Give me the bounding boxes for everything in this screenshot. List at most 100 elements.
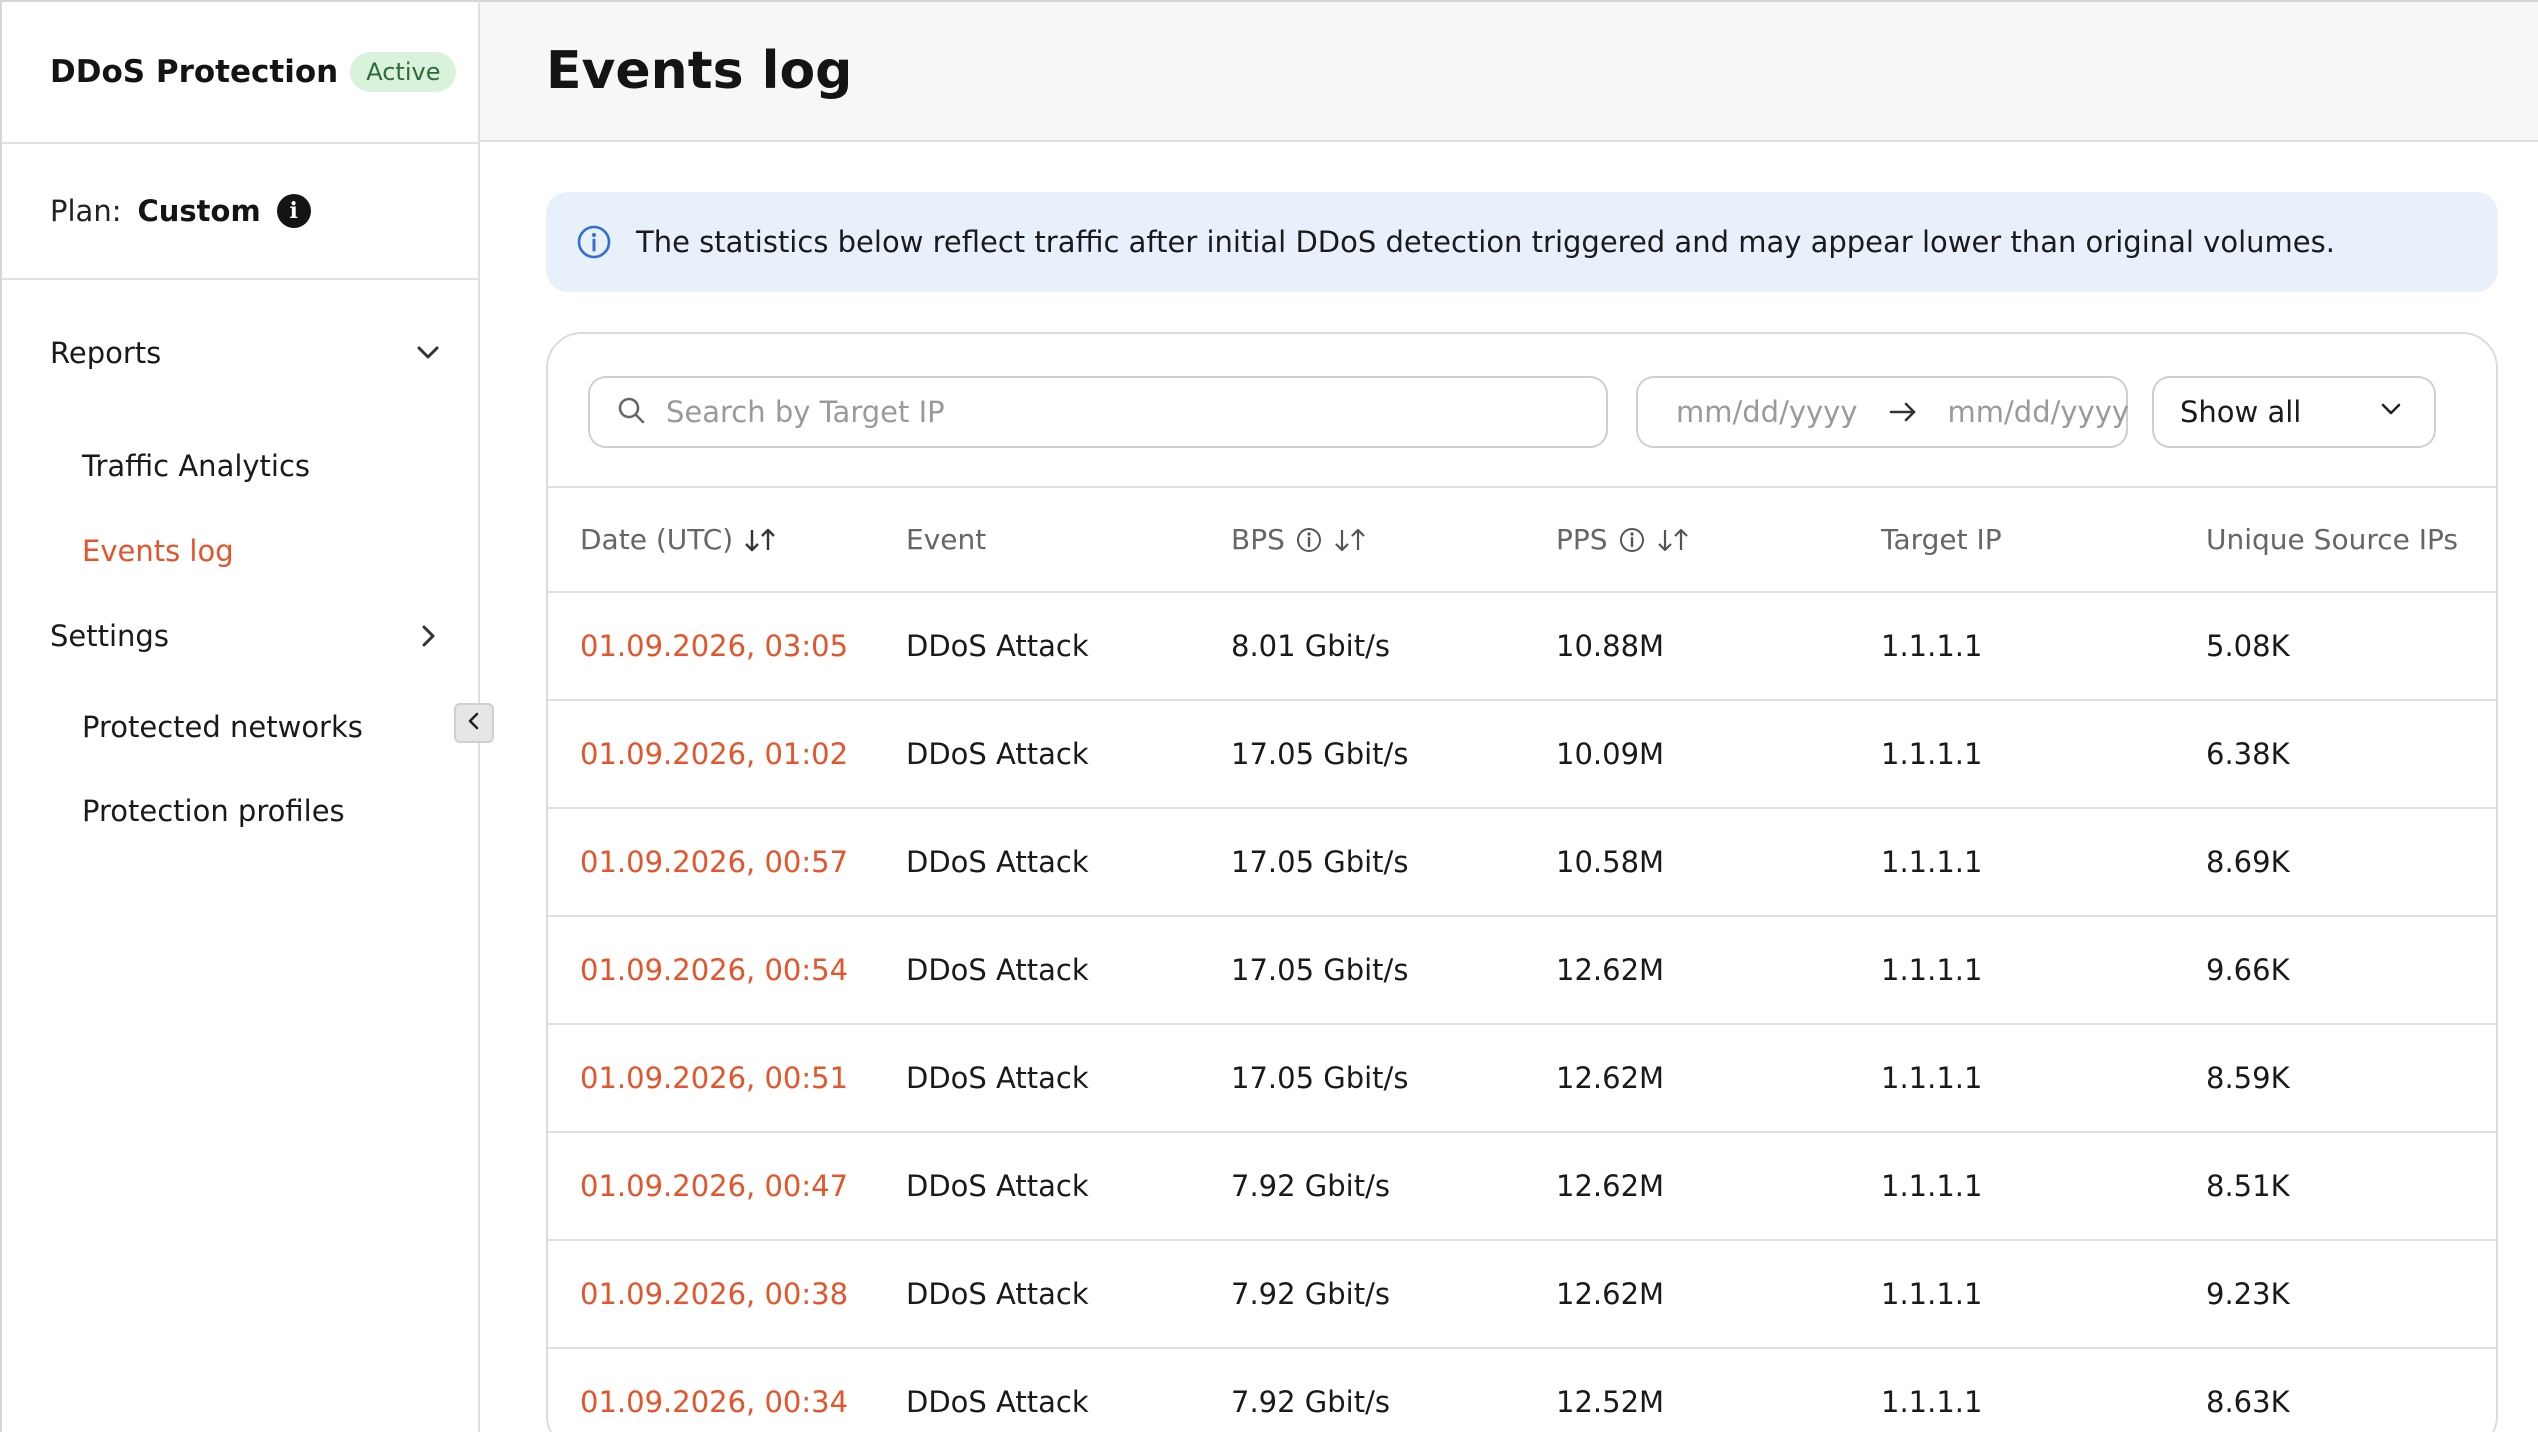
info-banner: The statistics below reflect traffic aft… — [546, 192, 2498, 292]
cell-bps: 17.05 Gbit/s — [1199, 916, 1524, 1025]
cell-date[interactable]: 01.09.2026, 01:02 — [548, 700, 874, 809]
cell-target-ip: 1.1.1.1 — [1849, 1132, 2174, 1241]
cell-date[interactable]: 01.09.2026, 00:57 — [548, 808, 874, 917]
cell-date[interactable]: 01.09.2026, 00:51 — [548, 1024, 874, 1133]
cell-unique-source-ips: 9.23K — [2174, 1240, 2496, 1349]
info-filled-icon[interactable]: i — [276, 194, 311, 228]
column-label: Event — [906, 523, 987, 556]
cell-date[interactable]: 01.09.2026, 00:47 — [548, 1132, 874, 1241]
column-header-unique-source-ips: Unique Source IPs — [2174, 488, 2496, 593]
table-row[interactable]: 01.09.2026, 01:02 DDoS Attack 17.05 Gbit/s… — [548, 700, 2496, 809]
cell-bps: 8.01 Gbit/s — [1199, 592, 1524, 701]
cell-event: DDoS Attack — [874, 1348, 1199, 1432]
sort-arrows-icon[interactable] — [1656, 526, 1690, 554]
chevron-right-icon — [414, 622, 442, 650]
sort-arrows-icon[interactable] — [743, 526, 777, 554]
search-icon — [616, 395, 646, 429]
column-header-target-ip: Target IP — [1849, 488, 2174, 593]
select-value: Show all — [2180, 395, 2302, 429]
cell-bps: 17.05 Gbit/s — [1199, 808, 1524, 917]
cell-pps: 12.62M — [1524, 1132, 1849, 1241]
cell-target-ip: 1.1.1.1 — [1849, 592, 2174, 701]
column-header-date[interactable]: Date (UTC) — [548, 488, 874, 593]
cell-unique-source-ips: 8.63K — [2174, 1348, 2496, 1432]
cell-bps: 7.92 Gbit/s — [1199, 1348, 1524, 1432]
cell-target-ip: 1.1.1.1 — [1849, 1240, 2174, 1349]
events-table: Date (UTC) Event BPS PPS Target IP Uniqu… — [548, 488, 2496, 1432]
cell-bps: 7.92 Gbit/s — [1199, 1240, 1524, 1349]
column-header-bps[interactable]: BPS — [1199, 488, 1524, 593]
nav-group-label: Reports — [50, 336, 162, 370]
nav-group-settings[interactable]: Settings — [50, 619, 442, 653]
info-outline-icon — [576, 224, 612, 260]
cell-pps: 10.88M — [1524, 592, 1849, 701]
cell-event: DDoS Attack — [874, 1240, 1199, 1349]
events-table-body: 01.09.2026, 03:05 DDoS Attack 8.01 Gbit/s 1… — [548, 592, 2496, 1432]
cell-event: DDoS Attack — [874, 916, 1199, 1025]
cell-event: DDoS Attack — [874, 1024, 1199, 1133]
arrow-right-icon — [1888, 400, 1918, 424]
status-badge: Active — [350, 52, 457, 92]
cell-date[interactable]: 01.09.2026, 00:54 — [548, 916, 874, 1025]
sort-arrows-icon[interactable] — [1333, 526, 1367, 554]
table-row[interactable]: 01.09.2026, 00:38 DDoS Attack 7.92 Gbit/s 1… — [548, 1240, 2496, 1349]
sidebar-item-events-log[interactable]: Events log — [82, 534, 234, 568]
table-row[interactable]: 01.09.2026, 00:51 DDoS Attack 17.05 Gbit/s… — [548, 1024, 2496, 1133]
table-row[interactable]: 01.09.2026, 00:54 DDoS Attack 17.05 Gbit/s… — [548, 916, 2496, 1025]
cell-pps: 12.62M — [1524, 1024, 1849, 1133]
product-title: DDoS Protection — [50, 54, 339, 90]
nav-group-label: Settings — [50, 619, 169, 653]
cell-bps: 17.05 Gbit/s — [1199, 1024, 1524, 1133]
table-row[interactable]: 01.09.2026, 03:05 DDoS Attack 8.01 Gbit/s 1… — [548, 592, 2496, 701]
main-content: Events log The statistics below reflect … — [480, 0, 2538, 1432]
page-title: Events log — [546, 41, 853, 101]
sidebar-item-protection-profiles[interactable]: Protection profiles — [82, 794, 345, 828]
search-field[interactable] — [588, 376, 1608, 448]
plan-label: Plan: — [50, 194, 122, 228]
cell-date[interactable]: 01.09.2026, 03:05 — [548, 592, 874, 701]
cell-unique-source-ips: 8.51K — [2174, 1132, 2496, 1241]
column-header-pps[interactable]: PPS — [1524, 488, 1849, 593]
app-root: DDoS Protection Active Plan: Custom i Re… — [0, 0, 2538, 1432]
show-filter-select[interactable]: Show all — [2152, 376, 2436, 448]
column-label: BPS — [1231, 523, 1285, 556]
cell-bps: 7.92 Gbit/s — [1199, 1132, 1524, 1241]
cell-event: DDoS Attack — [874, 1132, 1199, 1241]
column-label: Unique Source IPs — [2206, 523, 2458, 556]
cell-target-ip: 1.1.1.1 — [1849, 808, 2174, 917]
search-input[interactable] — [666, 395, 1566, 429]
table-row[interactable]: 01.09.2026, 00:47 DDoS Attack 7.92 Gbit/s 1… — [548, 1132, 2496, 1241]
column-label: PPS — [1556, 523, 1608, 556]
table-row[interactable]: 01.09.2026, 00:34 DDoS Attack 7.92 Gbit/s 1… — [548, 1348, 2496, 1432]
cell-pps: 10.09M — [1524, 700, 1849, 809]
cell-pps: 12.52M — [1524, 1348, 1849, 1432]
sidebar-header: DDoS Protection Active — [2, 2, 478, 144]
info-outline-icon[interactable] — [1618, 526, 1646, 554]
cell-event: DDoS Attack — [874, 700, 1199, 809]
date-to-field[interactable]: mm/dd/yyyy — [1948, 395, 2130, 429]
sidebar: DDoS Protection Active Plan: Custom i Re… — [0, 0, 480, 1432]
cell-unique-source-ips: 8.69K — [2174, 808, 2496, 917]
cell-event: DDoS Attack — [874, 592, 1199, 701]
cell-unique-source-ips: 5.08K — [2174, 592, 2496, 701]
cell-date[interactable]: 01.09.2026, 00:38 — [548, 1240, 874, 1349]
cell-bps: 17.05 Gbit/s — [1199, 700, 1524, 809]
sidebar-item-traffic-analytics[interactable]: Traffic Analytics — [82, 449, 310, 483]
sidebar-item-protected-networks[interactable]: Protected networks — [82, 710, 363, 744]
date-from-field[interactable]: mm/dd/yyyy — [1676, 395, 1858, 429]
column-label: Date (UTC) — [580, 523, 734, 556]
cell-date[interactable]: 01.09.2026, 00:34 — [548, 1348, 874, 1432]
nav-group-reports[interactable]: Reports — [50, 336, 442, 370]
table-header-row: Date (UTC) Event BPS PPS Target IP Uniqu… — [548, 488, 2496, 593]
cell-unique-source-ips: 9.66K — [2174, 916, 2496, 1025]
plan-value: Custom — [137, 194, 261, 228]
cell-pps: 12.62M — [1524, 1240, 1849, 1349]
plan-info: Plan: Custom i — [2, 144, 478, 280]
cell-target-ip: 1.1.1.1 — [1849, 700, 2174, 809]
cell-event: DDoS Attack — [874, 808, 1199, 917]
info-outline-icon[interactable] — [1295, 526, 1323, 554]
date-range-picker[interactable]: mm/dd/yyyy mm/dd/yyyy — [1636, 376, 2130, 448]
table-row[interactable]: 01.09.2026, 00:57 DDoS Attack 17.05 Gbit/s… — [548, 808, 2496, 917]
page-header: Events log — [480, 0, 2538, 142]
column-label: Target IP — [1881, 523, 2002, 556]
